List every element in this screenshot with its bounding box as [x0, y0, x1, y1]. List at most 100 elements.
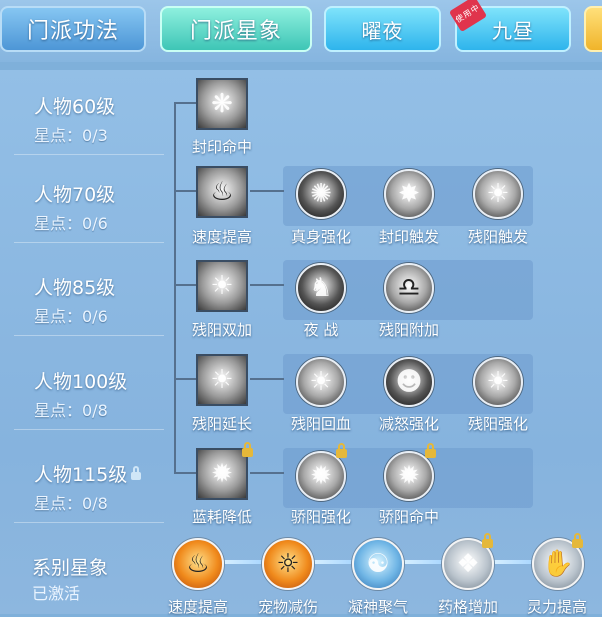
level-title: 人物60级 [34, 96, 116, 118]
phoenix-icon: ✺ [310, 179, 332, 209]
level-points: 星点：0/8 [34, 494, 108, 513]
skill-connector [250, 472, 284, 474]
skill-blaze-enhance[interactable]: ✹ [296, 451, 346, 501]
fire-spirit-icon: ☼ [276, 549, 300, 579]
bell-icon: ♎ [397, 273, 421, 303]
tab-label: 门派星象 [189, 19, 282, 44]
skill-anger-reduce[interactable]: ☻ [384, 357, 434, 407]
top-tab-bar: 门派功法 门派星象 曜夜 使用中 九昼 [0, 0, 602, 62]
tree-branch-line [174, 190, 196, 192]
tab-sect-constellation[interactable]: 门派星象 [160, 6, 312, 52]
constellation-title: 系别星象 [32, 557, 109, 579]
skill-sunset-enhance[interactable]: ☀ [473, 357, 523, 407]
vortex-icon: ✹ [211, 459, 233, 489]
orb-link [402, 560, 444, 564]
skill-night-battle[interactable]: ♞ [296, 263, 346, 313]
constellation-status: 已激活 [32, 584, 81, 603]
lock-icon [336, 443, 347, 458]
divider [14, 429, 164, 430]
skill-label: 速度提高 [191, 228, 252, 246]
divider [14, 522, 164, 523]
skill-speed-up[interactable]: ♨ [196, 166, 248, 218]
constellation-node-focus[interactable]: ☯ [352, 538, 404, 590]
tree-trunk-line [174, 102, 176, 474]
tab-yaoye[interactable]: 曜夜 [324, 6, 441, 52]
lock-icon [482, 533, 493, 548]
level-title: 人物70级 [34, 184, 116, 206]
meditating-figure-icon: ☯ [366, 549, 390, 579]
skill-sunset-extend[interactable]: ☀ [196, 354, 248, 406]
skill-blaze-hit[interactable]: ✹ [384, 451, 434, 501]
angry-face-icon: ☻ [395, 367, 423, 397]
skill-label: 封印命中 [191, 138, 252, 156]
orb-link [492, 560, 534, 564]
skill-sunset-trigger[interactable]: ☀ [473, 169, 523, 219]
skill-label: 残阳延长 [191, 415, 252, 433]
skill-label: 残阳回血 [290, 415, 351, 433]
skill-label: 骄阳命中 [378, 508, 439, 526]
skill-label: 封印触发 [378, 228, 439, 246]
level-title-text: 人物115级 [34, 464, 128, 486]
tree-branch-line [174, 472, 196, 474]
tab-label: 曜夜 [361, 18, 404, 43]
orb-link [312, 560, 354, 564]
tab-sect-skills[interactable]: 门派功法 [0, 6, 146, 52]
skill-sunset-heal[interactable]: ☀ [296, 357, 346, 407]
skill-label: 减怒强化 [378, 415, 439, 433]
level-points: 星点：0/3 [34, 126, 108, 145]
lock-icon [131, 465, 142, 480]
skill-mana-reduce[interactable]: ✹ [196, 448, 248, 500]
skill-sunset-attach[interactable]: ♎ [384, 263, 434, 313]
constellation-node-pet-dmg[interactable]: ☼ [262, 538, 314, 590]
tab-more-partial[interactable] [584, 6, 602, 52]
skill-connector [250, 378, 284, 380]
vortex-icon: ✹ [310, 461, 332, 491]
level-points: 星点：0/6 [34, 307, 108, 326]
skill-seal-trigger[interactable]: ✸ [384, 169, 434, 219]
sun-ray-icon: ☀ [486, 367, 510, 397]
level-title: 人物100级 [34, 371, 128, 393]
skill-connector [250, 284, 284, 286]
sun-ray-icon: ☀ [210, 271, 234, 301]
orb-link [222, 560, 264, 564]
bird-swirl-icon: ❋ [211, 89, 233, 119]
in-use-badge: 使用中 [448, 0, 488, 33]
level-points: 星点：0/8 [34, 401, 108, 420]
tree-branch-line [174, 102, 196, 104]
skill-label: 夜 战 [303, 321, 339, 339]
vortex-icon: ✹ [398, 461, 420, 491]
skill-label: 残阳附加 [378, 321, 439, 339]
tab-label: 门派功法 [26, 19, 119, 44]
divider [14, 154, 164, 155]
warrior-silhouette-icon: ♞ [309, 273, 333, 303]
level-column: 人物60级 星点：0/3 人物70级 星点：0/6 人物85级 星点：0/6 人… [0, 70, 165, 614]
lock-icon [572, 533, 583, 548]
level-title: 人物85级 [34, 277, 116, 299]
skill-connector [250, 190, 284, 192]
constellation-panel: 人物60级 星点：0/3 人物70级 星点：0/6 人物85级 星点：0/6 人… [0, 70, 602, 616]
skill-label: 骄阳强化 [290, 508, 351, 526]
skill-seal-hit[interactable]: ❋ [196, 78, 248, 130]
skill-true-body[interactable]: ✺ [296, 169, 346, 219]
lock-icon [242, 442, 253, 457]
level-points: 星点：0/6 [34, 214, 108, 233]
skill-label: 真身强化 [290, 228, 351, 246]
skill-label: 残阳双加 [191, 321, 252, 339]
boot-flame-icon: ♨ [186, 549, 210, 579]
tab-jiuzhou[interactable]: 使用中 九昼 [448, 0, 571, 52]
tree-branch-line [174, 378, 196, 380]
skill-label: 残阳强化 [467, 415, 528, 433]
divider [14, 335, 164, 336]
divider [14, 242, 164, 243]
sun-ray-icon: ☀ [486, 179, 510, 209]
tab-label: 九昼 [492, 18, 534, 43]
tree-branch-line [174, 284, 196, 286]
lock-icon [425, 443, 436, 458]
skill-sunset-double[interactable]: ☀ [196, 260, 248, 312]
boot-flame-icon: ♨ [210, 177, 234, 207]
sun-ray-icon: ☀ [309, 367, 333, 397]
skill-label: 蓝耗降低 [191, 508, 252, 526]
constellation-node-speed[interactable]: ♨ [172, 538, 224, 590]
skill-label: 残阳触发 [467, 228, 528, 246]
sun-ray-icon: ☀ [210, 365, 234, 395]
